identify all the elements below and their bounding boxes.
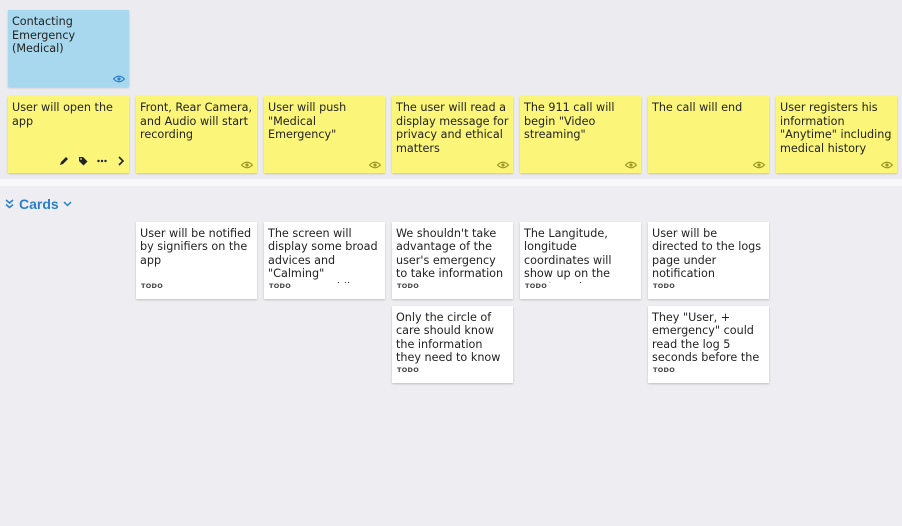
card-text: We shouldn't take advantage of the user'… — [396, 227, 504, 281]
status-label: TODO — [653, 281, 676, 290]
task-card[interactable]: User will be notified by signifiers on t… — [136, 222, 257, 299]
section-divider — [0, 179, 902, 186]
eye-icon[interactable] — [369, 161, 381, 169]
card-text: They "User, + emergency" could read the … — [652, 311, 760, 365]
task-card[interactable]: They "User, + emergency" could read the … — [648, 306, 769, 383]
note-text: User will open the app — [12, 101, 113, 128]
note-text: User will push "Medical Emergency" — [268, 101, 347, 142]
eye-icon[interactable] — [113, 75, 125, 83]
step-note[interactable]: User will open the app — [8, 96, 129, 173]
step-note[interactable]: The call will end — [648, 96, 769, 173]
pencil-icon[interactable] — [54, 155, 73, 167]
step-note[interactable]: The 911 call will begin "Video streaming… — [520, 96, 641, 173]
task-card[interactable]: The screen will display some broad advic… — [264, 222, 385, 299]
note-toolbar — [54, 155, 129, 167]
chevron-right-icon[interactable] — [111, 155, 129, 167]
eye-icon[interactable] — [241, 161, 253, 169]
tag-icon[interactable] — [73, 155, 92, 167]
collapse-double-chevron-icon[interactable] — [5, 199, 14, 209]
note-text: The 911 call will begin "Video streaming… — [524, 101, 615, 142]
step-note[interactable]: User will push "Medical Emergency" — [264, 96, 385, 173]
eye-icon[interactable] — [753, 161, 765, 169]
step-note[interactable]: The user will read a display message for… — [392, 96, 513, 173]
task-card[interactable]: The Langitude, longitude coordinates wil… — [520, 222, 641, 299]
eye-icon[interactable] — [625, 161, 637, 169]
section-header: Cards — [5, 195, 72, 213]
task-card[interactable]: User will be directed to the logs page u… — [648, 222, 769, 299]
eye-icon[interactable] — [497, 161, 509, 169]
status-label: TODO — [525, 281, 548, 290]
chevron-down-icon[interactable] — [63, 201, 72, 207]
status-label: TODO — [397, 365, 420, 374]
task-card[interactable]: We shouldn't take advantage of the user'… — [392, 222, 513, 299]
note-text: The user will read a display message for… — [396, 101, 509, 156]
card-text: User will be directed to the logs page u… — [652, 227, 762, 281]
note-text: User registers his information "Anytime"… — [780, 101, 892, 156]
card-text: The screen will display some broad advic… — [268, 227, 378, 283]
step-note[interactable]: User registers his information "Anytime"… — [776, 96, 897, 173]
task-card[interactable]: Only the circle of care should know the … — [392, 306, 513, 383]
activity-note[interactable]: Contacting Emergency (Medical) — [8, 10, 129, 87]
step-note[interactable]: Front, Rear Camera, and Audio will start… — [136, 96, 257, 173]
note-text: Front, Rear Camera, and Audio will start… — [140, 101, 253, 142]
section-title[interactable]: Cards — [19, 196, 59, 212]
note-text: Contacting Emergency (Medical) — [12, 15, 76, 56]
card-text: User will be notified by signifiers on t… — [140, 227, 252, 267]
card-text: Only the circle of care should know the … — [396, 311, 501, 365]
status-label: TODO — [397, 281, 420, 290]
card-text: The Langitude, longitude coordinates wil… — [524, 227, 612, 283]
status-label: TODO — [141, 281, 164, 290]
eye-icon[interactable] — [881, 161, 893, 169]
note-text: The call will end — [652, 101, 743, 114]
status-label: TODO — [269, 281, 292, 290]
status-label: TODO — [653, 365, 676, 374]
more-icon[interactable] — [92, 155, 111, 167]
